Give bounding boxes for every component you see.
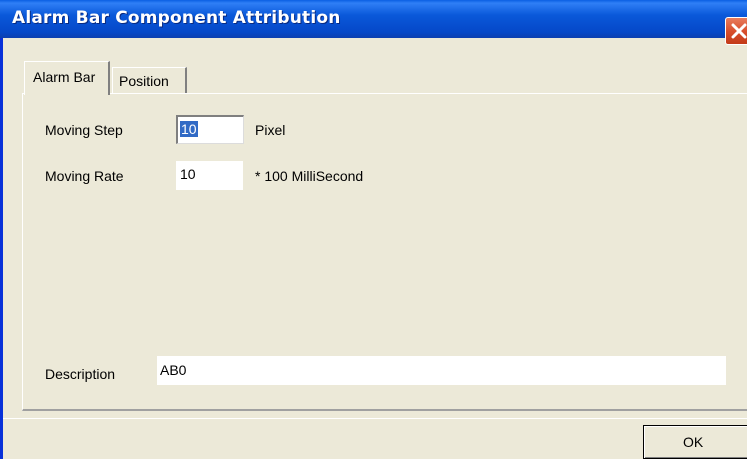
tab-position-label: Position bbox=[119, 73, 169, 89]
tab-alarm-bar-label: Alarm Bar bbox=[33, 69, 96, 85]
tab-panel bbox=[22, 93, 747, 411]
ok-button-label: OK bbox=[683, 434, 704, 450]
button-bar-separator bbox=[3, 418, 747, 419]
window-title: Alarm Bar Component Attribution bbox=[12, 8, 341, 28]
tab-alarm-bar[interactable]: Alarm Bar bbox=[24, 61, 110, 95]
tab-position[interactable]: Position bbox=[112, 67, 187, 93]
title-bar[interactable]: Alarm Bar Component Attribution bbox=[0, 0, 747, 45]
ok-button[interactable]: OK bbox=[643, 425, 747, 459]
dialog-window: Alarm Bar Component Attribution Alarm Ba… bbox=[0, 0, 747, 459]
